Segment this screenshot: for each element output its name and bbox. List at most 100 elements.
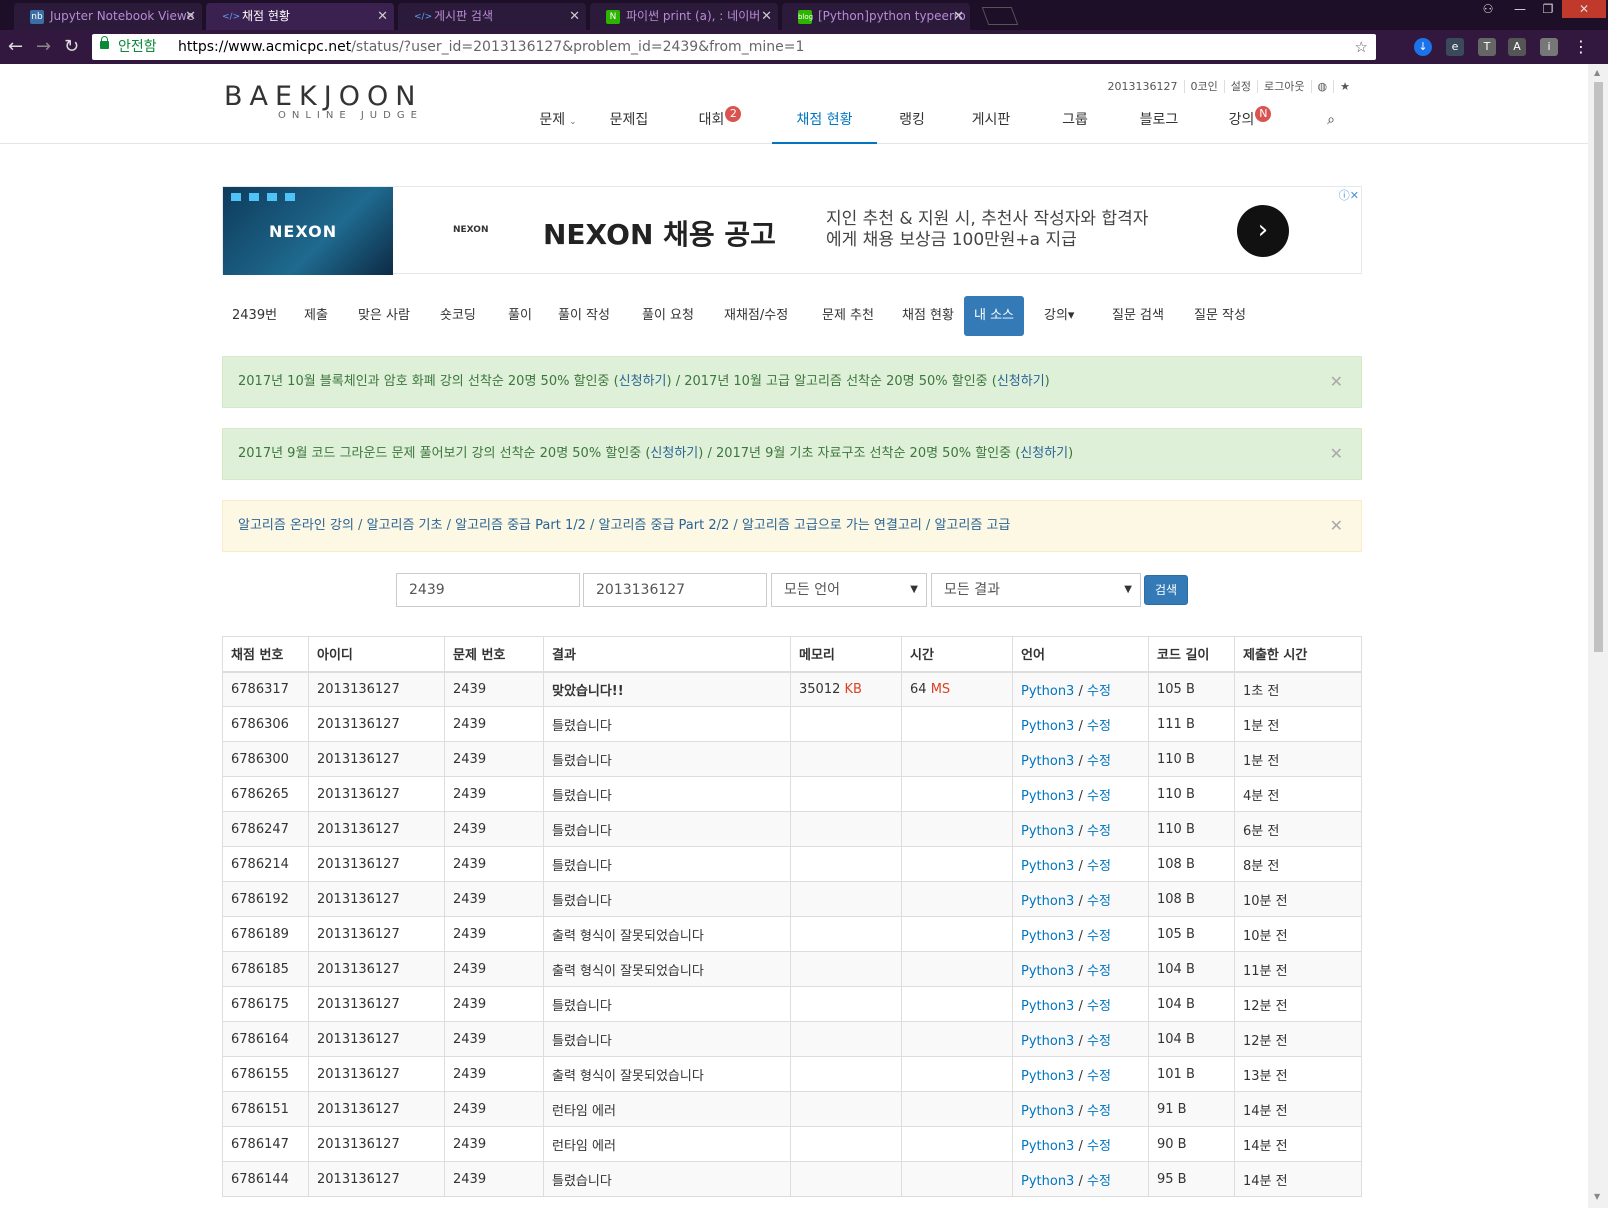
apply-link[interactable]: 신청하기 bbox=[650, 446, 698, 461]
submitted-time-link[interactable]: 6분 전 bbox=[1234, 811, 1362, 847]
problem-link[interactable]: 2439 bbox=[444, 1161, 544, 1197]
edit-link[interactable]: 수정 bbox=[1087, 929, 1111, 944]
browser-tab-jupyter[interactable]: nb Jupyter Notebook Viewe ✕ bbox=[14, 3, 202, 30]
scroll-down-icon[interactable]: ▼ bbox=[1594, 1192, 1600, 1201]
submitted-time-link[interactable]: 8분 전 bbox=[1234, 846, 1362, 882]
language-select[interactable]: 모든 언어 ▼ bbox=[771, 573, 927, 607]
user-link[interactable]: 2013136127 bbox=[308, 951, 445, 987]
subnav-item[interactable]: 문제 추천 bbox=[812, 296, 884, 336]
nav-contests[interactable]: 대회 2 bbox=[695, 106, 745, 144]
apply-link[interactable]: 신청하기 bbox=[1020, 446, 1068, 461]
course-link[interactable]: 알고리즘 기초 bbox=[367, 518, 443, 533]
language-link[interactable]: Python3 bbox=[1021, 754, 1074, 769]
submitted-time-link[interactable]: 1초 전 bbox=[1234, 671, 1362, 707]
scroll-thumb[interactable] bbox=[1594, 82, 1603, 652]
user-link[interactable]: 2013136127 bbox=[308, 1021, 445, 1057]
download-extension-icon[interactable]: ↓ bbox=[1414, 38, 1432, 56]
user-link[interactable]: 2013136127 bbox=[308, 776, 445, 812]
subnav-item[interactable]: 풀이 bbox=[498, 296, 542, 336]
new-tab-button[interactable] bbox=[981, 7, 1019, 25]
edit-link[interactable]: 수정 bbox=[1087, 824, 1111, 839]
problem-link[interactable]: 2439 bbox=[444, 671, 544, 707]
reload-icon[interactable]: ↻ bbox=[64, 36, 79, 57]
globe-icon[interactable]: ◍ bbox=[1311, 80, 1335, 93]
problem-link[interactable]: 2439 bbox=[444, 916, 544, 952]
browser-tab-blog[interactable]: blog [Python]python typeerro ✕ bbox=[782, 3, 970, 30]
settings-link[interactable]: 설정 bbox=[1224, 80, 1259, 93]
language-link[interactable]: Python3 bbox=[1021, 894, 1074, 909]
edit-link[interactable]: 수정 bbox=[1087, 684, 1111, 699]
user-link[interactable]: 2013136127 bbox=[308, 1126, 445, 1162]
problem-link[interactable]: 2439 bbox=[444, 1091, 544, 1127]
close-tab-icon[interactable]: ✕ bbox=[569, 3, 580, 30]
user-link[interactable]: 2013136127 bbox=[308, 1161, 445, 1197]
subnav-item[interactable]: 채점 현황 bbox=[892, 296, 964, 336]
search-button[interactable]: 검색 bbox=[1144, 575, 1188, 605]
problem-id-input[interactable]: 2439 bbox=[396, 573, 580, 607]
coin-link[interactable]: 0코인 bbox=[1184, 80, 1225, 93]
edit-link[interactable]: 수정 bbox=[1087, 999, 1111, 1014]
pdf-extension-icon[interactable]: A bbox=[1508, 38, 1526, 56]
submitted-time-link[interactable]: 13분 전 bbox=[1234, 1056, 1362, 1092]
edit-link[interactable]: 수정 bbox=[1087, 859, 1111, 874]
scroll-up-icon[interactable]: ▲ bbox=[1594, 68, 1600, 77]
problem-link[interactable]: 2439 bbox=[444, 811, 544, 847]
submitted-time-link[interactable]: 14분 전 bbox=[1234, 1126, 1362, 1162]
ad-arrow-icon[interactable]: › bbox=[1237, 205, 1289, 257]
user-link[interactable]: 2013136127 bbox=[308, 1056, 445, 1092]
language-link[interactable]: Python3 bbox=[1021, 999, 1074, 1014]
user-link[interactable]: 2013136127 bbox=[308, 916, 445, 952]
close-tab-icon[interactable]: ✕ bbox=[377, 3, 388, 30]
subnav-item[interactable]: 풀이 작성 bbox=[548, 296, 620, 336]
submitted-time-link[interactable]: 10분 전 bbox=[1234, 916, 1362, 952]
course-link[interactable]: 알고리즘 고급으로 가는 연결고리 bbox=[742, 518, 922, 533]
language-link[interactable]: Python3 bbox=[1021, 1174, 1074, 1189]
result-select[interactable]: 모든 결과 ▼ bbox=[931, 573, 1141, 607]
submitted-time-link[interactable]: 10분 전 bbox=[1234, 881, 1362, 917]
user-link[interactable]: 2013136127 bbox=[308, 986, 445, 1022]
language-link[interactable]: Python3 bbox=[1021, 1069, 1074, 1084]
edit-link[interactable]: 수정 bbox=[1087, 894, 1111, 909]
submitted-time-link[interactable]: 11분 전 bbox=[1234, 951, 1362, 987]
browser-tab-status[interactable]: </> 채점 현황 ✕ bbox=[206, 3, 394, 30]
edit-link[interactable]: 수정 bbox=[1087, 964, 1111, 979]
shield-extension-icon[interactable]: e bbox=[1446, 38, 1464, 56]
ad-banner[interactable]: NEXON NEXON NEXON 채용 공고 지인 추천 & 지원 시, 추천… bbox=[222, 186, 1362, 275]
nav-status[interactable]: 채점 현황 bbox=[772, 108, 877, 144]
close-icon[interactable]: ✕ bbox=[1330, 501, 1343, 551]
ad-choices-icon[interactable]: ⓘ✕ bbox=[1339, 187, 1359, 203]
user-link[interactable]: 2013136127 bbox=[308, 846, 445, 882]
edit-link[interactable]: 수정 bbox=[1087, 1174, 1111, 1189]
menu-icon[interactable]: ⋮ bbox=[1572, 38, 1590, 56]
username-link[interactable]: 2013136127 bbox=[1101, 80, 1185, 93]
language-link[interactable]: Python3 bbox=[1021, 859, 1074, 874]
address-bar[interactable]: 안전함 https://www.acmicpc.net/status/?user… bbox=[92, 34, 1376, 60]
minimize-icon[interactable]: — bbox=[1506, 0, 1534, 18]
user-link[interactable]: 2013136127 bbox=[308, 741, 445, 777]
back-icon[interactable]: ← bbox=[8, 36, 23, 57]
restore-icon[interactable]: ❐ bbox=[1534, 0, 1562, 18]
window-close-icon[interactable]: ✕ bbox=[1562, 0, 1606, 18]
user-link[interactable]: 2013136127 bbox=[308, 811, 445, 847]
language-link[interactable]: Python3 bbox=[1021, 929, 1074, 944]
user-link[interactable]: 2013136127 bbox=[308, 881, 445, 917]
nav-blog[interactable]: 블로그 bbox=[1134, 108, 1184, 144]
profile-icon[interactable]: ⚇ bbox=[1474, 0, 1502, 18]
site-logo[interactable]: BAEKJOON ONLINE JUDGE bbox=[224, 81, 423, 121]
star-icon[interactable]: ★ bbox=[1334, 80, 1356, 93]
problem-link[interactable]: 2439 bbox=[444, 986, 544, 1022]
subnav-item[interactable]: 숏코딩 bbox=[430, 296, 486, 336]
apply-link[interactable]: 신청하기 bbox=[997, 374, 1045, 389]
course-link[interactable]: 알고리즘 중급 Part 2/2 bbox=[599, 518, 730, 533]
edit-link[interactable]: 수정 bbox=[1087, 1139, 1111, 1154]
problem-link[interactable]: 2439 bbox=[444, 846, 544, 882]
page-scrollbar[interactable]: ▲ ▼ bbox=[1588, 64, 1608, 1208]
nav-board[interactable]: 게시판 bbox=[966, 108, 1016, 144]
language-link[interactable]: Python3 bbox=[1021, 1104, 1074, 1119]
submitted-time-link[interactable]: 4분 전 bbox=[1234, 776, 1362, 812]
bookmark-star-icon[interactable]: ☆ bbox=[1355, 34, 1368, 60]
subnav-item[interactable]: 질문 검색 bbox=[1102, 296, 1174, 336]
logout-link[interactable]: 로그아웃 bbox=[1258, 80, 1312, 93]
edit-link[interactable]: 수정 bbox=[1087, 789, 1111, 804]
nav-ranking[interactable]: 랭킹 bbox=[892, 108, 932, 144]
